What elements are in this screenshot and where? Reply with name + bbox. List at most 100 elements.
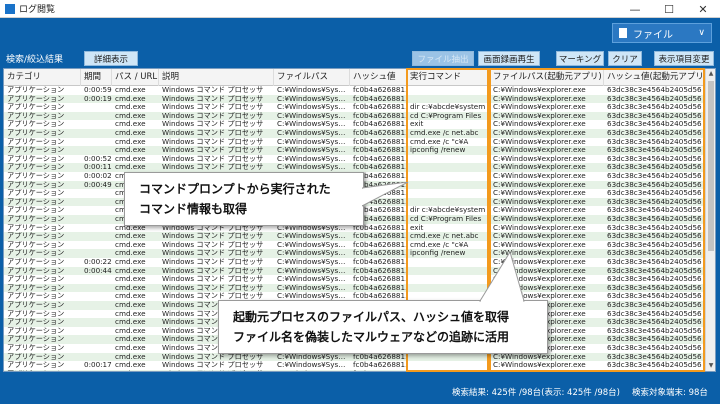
- cell-command: [407, 172, 490, 181]
- cell-category: アプリケーション: [7, 189, 65, 198]
- cell-parent-hash: 63dc38c3e4564b2405d56: [607, 189, 702, 198]
- scroll-thumb[interactable]: [708, 81, 714, 251]
- cell-category: アプリケーション: [7, 215, 65, 223]
- cell-duration: [81, 189, 112, 198]
- cell-parent-file-path: C:¥Windows¥explorer.exe: [493, 197, 586, 206]
- cell-parent-file-path: C:¥Windows¥explorer.exe: [493, 146, 586, 155]
- cell-category: アプリケーション: [7, 86, 65, 94]
- cell-parent-hash: 63dc38c3e4564b2405d56: [607, 335, 702, 344]
- cell-description: Windows コマンド プロセッサ: [162, 154, 264, 163]
- table-row[interactable]: アプリケーション 0:00:44 cmd.exe Windows コマンド プロセッサ…: [4, 266, 715, 276]
- cell-file-path: C:¥Windows¥Sys…: [277, 94, 346, 103]
- header-col-parent-hash[interactable]: ハッシュ値(起動元アプリ): [604, 69, 704, 86]
- scroll-up-icon[interactable]: ▲: [706, 69, 715, 79]
- cell-hash: fc0b4a626881…: [350, 370, 407, 371]
- scroll-down-icon[interactable]: ▼: [706, 361, 715, 371]
- table-row[interactable]: アプリケーション 0:00:19 cmd.exe Windows コマンド プロセッサ…: [4, 94, 715, 104]
- cell-hash: fc0b4a626881…: [353, 283, 407, 292]
- cell-parent-file-path: C:¥Windows¥explorer.exe: [493, 180, 586, 189]
- header-col-description[interactable]: 説明: [159, 69, 274, 86]
- table-row[interactable]: アプリケーション cmd.exe Windows コマンド プロセッサ C:¥Wind…: [4, 111, 715, 121]
- table-row[interactable]: アプリケーション cmd.exe Windows コマンド プロセッサ C:¥Wind…: [4, 275, 715, 284]
- cell-parent-file-path: C:¥Windows¥explorer.exe: [490, 370, 604, 371]
- cell-file-path: C:¥Windows¥Sys…: [277, 232, 346, 241]
- table-row[interactable]: アプリケーション0:00:39cmd.exeWindows コマンド プロセッサ…: [4, 369, 715, 371]
- callout-parent-process-line2: ファイル名を偽装したマルウェアなどの追跡に活用: [233, 330, 510, 344]
- cell-file-path: C:¥Windows¥Sys…: [277, 361, 346, 370]
- callout-command-info-line1: コマンドプロンプトから実行された: [139, 182, 331, 196]
- cell-duration: 0:00:19: [84, 94, 112, 103]
- table-row[interactable]: アプリケーション cmd.exe Windows コマンド プロセッサ C:¥Wind…: [4, 103, 715, 112]
- table-row[interactable]: アプリケーション cmd.exe Windows コマンド プロセッサ C:¥Wind…: [4, 241, 715, 250]
- cell-path-url: cmd.exe: [112, 370, 159, 371]
- cell-path-url: cmd.exe: [115, 283, 146, 292]
- header-col-path-url[interactable]: パス / URL: [112, 69, 159, 86]
- header-col-command[interactable]: 実行コマンド: [407, 69, 490, 86]
- header-col-parent-file-path[interactable]: ファイルパス(起動元アプリ): [490, 69, 604, 86]
- cell-command: dir c:¥abcde¥system: [410, 206, 486, 215]
- cell-parent-file-path: C:¥Windows¥explorer.exe: [493, 232, 586, 241]
- table-row[interactable]: アプリケーション 0:00:22 cmd.exe Windows コマンド プロセッサ…: [4, 258, 715, 267]
- table-row[interactable]: アプリケーション 0:00:59 cmd.exe Windows コマンド プロセッサ…: [4, 86, 715, 95]
- cell-parent-file-path: C:¥Windows¥explorer.exe: [493, 223, 586, 232]
- table-row[interactable]: アプリケーション cmd.exe Windows コマンド プロセッサ C:¥Wind…: [4, 249, 715, 258]
- cell-category: アプリケーション: [7, 301, 65, 309]
- table-row[interactable]: アプリケーション cmd.exe Windows コマンド プロセッサ C:¥Wind…: [4, 129, 715, 138]
- cell-path-url: cmd.exe: [115, 137, 146, 146]
- cell-path-url: cmd.exe: [115, 86, 146, 94]
- clear-button[interactable]: クリア: [608, 51, 642, 66]
- maximize-button[interactable]: ☐: [652, 0, 686, 18]
- screen-replay-button[interactable]: 画面録画再生: [478, 51, 540, 66]
- file-icon: [619, 28, 627, 38]
- table-row[interactable]: アプリケーション cmd.exe Windows コマンド プロセッサ C:¥Wind…: [4, 120, 715, 129]
- cell-duration: [81, 275, 112, 284]
- cell-parent-hash: 63dc38c3e4564b2405d56: [607, 318, 702, 327]
- table-row[interactable]: アプリケーション cmd.exe Windows コマンド プロセッサ C:¥Wind…: [4, 138, 715, 147]
- cell-command: cmd.exe /c "c¥A: [410, 240, 469, 249]
- title-bar: ログ閲覧 — ☐ ✕: [0, 0, 720, 18]
- column-change-button[interactable]: 表示項目変更: [654, 51, 714, 66]
- cell-parent-hash: 63dc38c3e4564b2405d56: [607, 266, 702, 275]
- table-row[interactable]: アプリケーション cmd.exe Windows コマンド プロセッサ C:¥Wind…: [4, 232, 715, 241]
- close-button[interactable]: ✕: [686, 0, 720, 18]
- cell-path-url: cmd.exe: [115, 266, 146, 275]
- cell-hash: fc0b4a626881…: [353, 258, 407, 266]
- cell-duration: [81, 318, 112, 327]
- cell-category: アプリケーション: [7, 180, 65, 189]
- table-row[interactable]: アプリケーション 0:00:52 cmd.exe Windows コマンド プロセッサ…: [4, 155, 715, 164]
- detail-view-button[interactable]: 詳細表示: [84, 51, 138, 66]
- cell-hash: fc0b4a626881…: [353, 111, 407, 120]
- cell-parent-hash: 63dc38c3e4564b2405d56: [607, 120, 702, 129]
- cell-path-url: cmd.exe: [115, 120, 146, 129]
- cell-command: cmd.exe /c net.abc: [410, 232, 479, 241]
- cell-command: [407, 181, 490, 190]
- cell-description: Windows コマンド プロセッサ: [162, 163, 264, 172]
- table-row[interactable]: アプリケーション 0:00:11 cmd.exe Windows コマンド プロセッサ…: [4, 163, 715, 172]
- file-menu-button[interactable]: ファイル ∨: [612, 23, 712, 43]
- cell-parent-hash: 63dc38c3e4564b2405d56: [607, 344, 702, 352]
- header-col-hash[interactable]: ハッシュ値: [350, 69, 407, 86]
- header-col-file-path[interactable]: ファイルパス: [274, 69, 350, 86]
- vertical-scrollbar[interactable]: ▲ ▼: [705, 69, 715, 371]
- marking-button[interactable]: マーキング: [556, 51, 604, 66]
- cell-description: Windows コマンド プロセッサ: [162, 232, 264, 241]
- cell-file-path: C:¥Windows¥Sys…: [274, 370, 350, 371]
- minimize-button[interactable]: —: [618, 0, 652, 18]
- table-row[interactable]: アプリケーション 0:00:17 cmd.exe Windows コマンド プロセッサ…: [4, 361, 715, 370]
- table-row[interactable]: アプリケーション cmd.exe Windows コマンド プロセッサ C:¥Wind…: [4, 146, 715, 155]
- header-col-duration[interactable]: 期間: [81, 69, 112, 86]
- header-band: ファイル ∨: [0, 18, 720, 48]
- table-row[interactable]: アプリケーション cmd.exe Windows コマンド プロセッサ C:¥Wind…: [4, 283, 715, 293]
- cell-command: cmd.exe /c net.abc: [410, 129, 479, 137]
- cell-category: アプリケーション: [7, 258, 65, 266]
- chevron-down-icon: ∨: [698, 28, 705, 38]
- header-col-category[interactable]: カテゴリ: [4, 69, 81, 86]
- cell-parent-hash: 63dc38c3e4564b2405d56: [607, 240, 702, 249]
- cell-parent-hash: 63dc38c3e4564b2405d56: [607, 180, 702, 189]
- cell-path-url: cmd.exe: [115, 258, 146, 266]
- cell-duration: 0:00:59: [84, 86, 112, 94]
- cell-duration: [81, 310, 112, 319]
- cell-description: Windows コマンド プロセッサ: [162, 120, 264, 129]
- cell-path-url: cmd.exe: [115, 232, 146, 241]
- file-extract-button[interactable]: ファイル抽出: [412, 51, 474, 66]
